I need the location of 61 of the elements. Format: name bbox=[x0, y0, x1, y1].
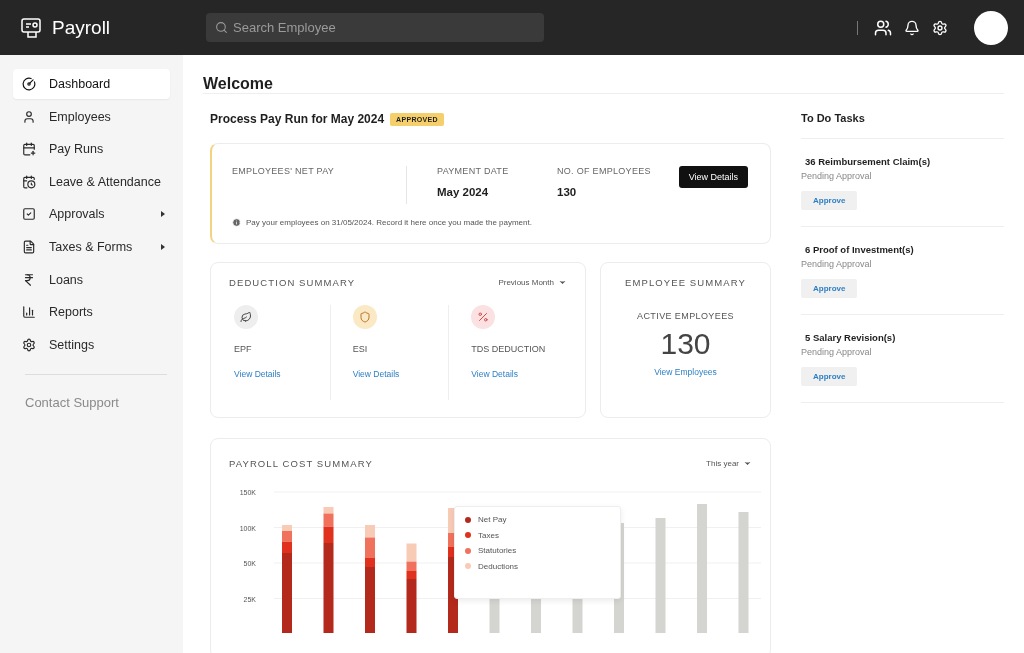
deduction-label: TDS DEDUCTION bbox=[471, 344, 547, 354]
todo-title: To Do Tasks bbox=[801, 111, 1004, 139]
field-label: PAYMENT DATE bbox=[437, 166, 510, 176]
legend-label: Deductions bbox=[478, 561, 519, 571]
approve-button[interactable]: Approve bbox=[801, 191, 858, 210]
person-icon bbox=[22, 109, 36, 124]
app-name: Payroll bbox=[52, 16, 111, 39]
field-value: May 2024 bbox=[437, 186, 490, 198]
calendar-icon bbox=[22, 142, 36, 157]
sidebar-item[interactable]: Dashboard bbox=[13, 69, 170, 99]
percent-icon bbox=[471, 305, 496, 329]
card-title: PAYROLL COST SUMMARY bbox=[229, 458, 373, 469]
field-value: 130 bbox=[557, 186, 578, 198]
legend-label: Taxes bbox=[478, 530, 499, 540]
info-icon bbox=[232, 218, 241, 227]
shield-icon bbox=[352, 305, 377, 329]
gauge-icon bbox=[22, 77, 36, 91]
task-title: 6 Proof of Investment(s) bbox=[804, 244, 914, 255]
rupee-icon bbox=[22, 272, 36, 287]
period-dropdown[interactable]: Previous Month bbox=[498, 278, 567, 287]
calendar-clock-icon bbox=[22, 174, 36, 189]
task-status: Pending Approval bbox=[801, 347, 872, 357]
card-title: DEDUCTION SUMMARY bbox=[229, 277, 356, 288]
deduction-label: EPF bbox=[234, 344, 253, 354]
notification-icon[interactable] bbox=[904, 19, 920, 36]
field-label: NO. OF EMPLOYEES bbox=[557, 166, 652, 176]
settings-icon[interactable] bbox=[932, 19, 948, 36]
approve-button[interactable]: Approve bbox=[801, 279, 858, 298]
active-employees-label: ACTIVE EMPLOYEES bbox=[637, 311, 734, 321]
people-icon[interactable] bbox=[874, 18, 892, 37]
leaf-icon bbox=[234, 305, 258, 329]
legend-label: Statutories bbox=[478, 546, 517, 555]
caret-icon bbox=[743, 459, 752, 468]
task-title: 5 Salary Revision(s) bbox=[804, 332, 896, 343]
caret-icon bbox=[558, 278, 567, 287]
bar-chart-icon bbox=[22, 305, 36, 320]
period-dropdown[interactable]: This year bbox=[706, 459, 752, 468]
task-status: Pending Approval bbox=[801, 259, 872, 269]
task-status: Pending Approval bbox=[801, 171, 872, 181]
receipt-logo-icon bbox=[20, 15, 44, 40]
pay-run-title: Process Pay Run for May 2024 bbox=[210, 112, 385, 126]
view-details-link[interactable]: View Details bbox=[471, 369, 567, 379]
view-details-link[interactable]: View Details bbox=[352, 369, 449, 379]
view-details-link[interactable]: View Details bbox=[234, 369, 330, 379]
employee-count: 130 bbox=[660, 327, 711, 361]
checkbox-icon bbox=[22, 207, 36, 222]
field-label: EMPLOYEES' NET PAY bbox=[232, 166, 336, 176]
payment-note: Pay your employees on 31/05/2024. Record it here once you made the payment. bbox=[246, 218, 532, 227]
view-employees-link[interactable]: View Employees bbox=[654, 367, 717, 377]
search-field[interactable]: Search Employee bbox=[206, 13, 544, 42]
search-icon bbox=[215, 21, 228, 34]
card-title: EMPLOYEE SUMMARY bbox=[625, 277, 746, 288]
view-details-button[interactable]: View Details bbox=[678, 166, 748, 188]
approve-button[interactable]: Approve bbox=[801, 367, 858, 386]
avatar[interactable] bbox=[974, 10, 1008, 45]
settings-icon bbox=[22, 337, 36, 352]
page-title: Welcome bbox=[203, 75, 1004, 94]
deduction-label: ESI bbox=[352, 344, 369, 354]
legend-label: Net Pay bbox=[478, 515, 507, 524]
task-title: 36 Reimbursement Claim(s) bbox=[804, 156, 931, 167]
document-icon bbox=[22, 239, 36, 254]
